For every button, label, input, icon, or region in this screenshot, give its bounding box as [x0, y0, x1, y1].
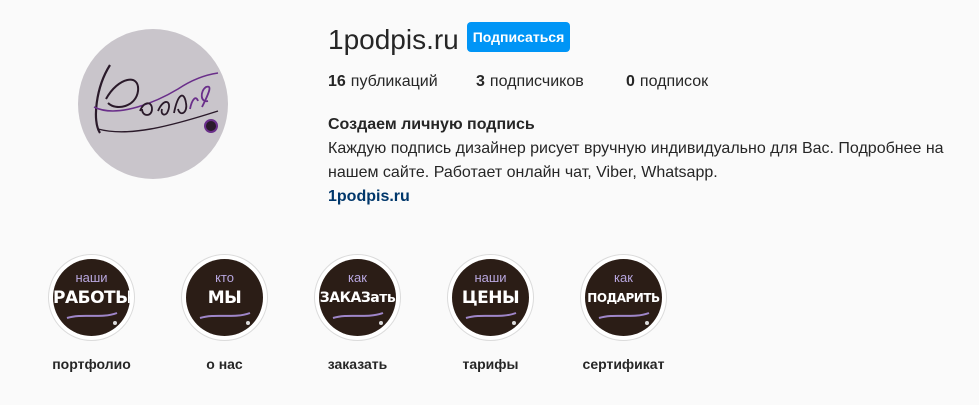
followers-label: подписчиков: [489, 73, 584, 90]
highlight-certificate[interactable]: как ПОДАРИТЬ сертификат: [580, 254, 713, 373]
followers-number: 3: [476, 73, 485, 90]
profile-stats: 16 публикаций 3 подписчиков 0 подписок: [328, 72, 708, 92]
story-highlights: наши РАБОТЫ портфолио кто МЫ о нас как З…: [48, 254, 713, 373]
highlight-ring: наши ЦЕНЫ: [447, 254, 534, 341]
highlight-prices[interactable]: наши ЦЕНЫ тарифы: [447, 254, 580, 373]
highlight-cover: кто МЫ: [186, 259, 263, 336]
swoosh-icon: [199, 312, 251, 325]
highlight-portfolio[interactable]: наши РАБОТЫ портфолио: [48, 254, 181, 373]
bio-website-link[interactable]: 1podpis.ru: [328, 185, 410, 209]
highlight-order[interactable]: как ЗАКАЗать заказать: [314, 254, 447, 373]
highlight-cover: наши ЦЕНЫ: [452, 259, 529, 336]
bio-name: Создаем личную подпись: [328, 116, 535, 133]
highlight-cover: как ЗАКАЗать: [319, 259, 396, 336]
profile-username: 1podpis.ru: [328, 24, 459, 55]
followers-link[interactable]: 3 подписчиков: [476, 72, 626, 92]
highlight-label: портфолио: [52, 356, 131, 372]
posts-count: 16 публикаций: [328, 72, 476, 92]
swoosh-icon: [332, 312, 384, 325]
highlight-label: заказать: [327, 356, 388, 372]
profile-bio: Создаем личную подпись Каждую подпись ди…: [328, 113, 968, 209]
posts-label: публикаций: [350, 73, 438, 90]
following-number: 0: [626, 73, 635, 90]
highlight-ring: как ПОДАРИТЬ: [580, 254, 667, 341]
highlight-label: о нас: [206, 356, 243, 372]
highlight-cover: наши РАБОТЫ: [53, 259, 130, 336]
swoosh-icon: [66, 312, 118, 325]
following-link[interactable]: 0 подписок: [626, 72, 708, 92]
highlight-ring: как ЗАКАЗать: [314, 254, 401, 341]
following-label: подписок: [639, 73, 709, 90]
signature-logo-icon: [93, 64, 219, 134]
highlight-label: тарифы: [462, 356, 519, 372]
highlight-ring: наши РАБОТЫ: [48, 254, 135, 341]
posts-number: 16: [328, 73, 346, 90]
highlight-about[interactable]: кто МЫ о нас: [181, 254, 314, 373]
bio-text: Каждую подпись дизайнер рисует вручную и…: [328, 140, 944, 181]
follow-button[interactable]: Подписаться: [467, 22, 570, 52]
highlight-ring: кто МЫ: [181, 254, 268, 341]
swoosh-icon: [598, 312, 650, 325]
highlight-label: сертификат: [582, 356, 665, 372]
highlight-cover: как ПОДАРИТЬ: [585, 259, 662, 336]
swoosh-icon: [465, 312, 517, 325]
profile-avatar[interactable]: [78, 29, 228, 179]
